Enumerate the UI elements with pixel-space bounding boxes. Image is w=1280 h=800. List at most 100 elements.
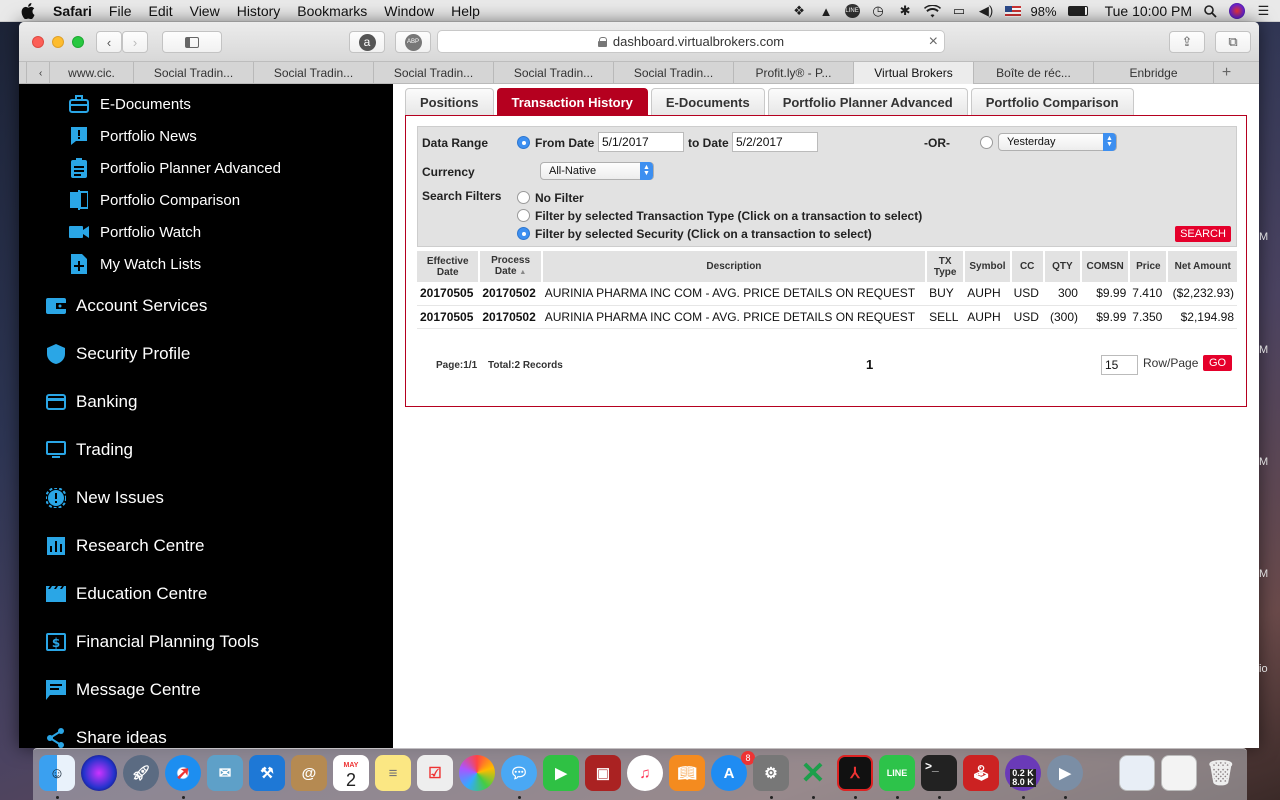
- time-machine-icon[interactable]: ◷: [870, 3, 887, 18]
- sidebar-item-portfolio-planner-advanced[interactable]: Portfolio Planner Advanced: [69, 158, 281, 178]
- ibooks-icon[interactable]: 📖︎: [669, 755, 705, 791]
- photos-icon[interactable]: [459, 755, 495, 791]
- drive-icon[interactable]: ▲: [818, 4, 835, 19]
- sidebar-item-portfolio-news[interactable]: Portfolio News: [69, 126, 197, 146]
- airplay-icon[interactable]: ▭: [951, 3, 968, 18]
- tab-transaction-history[interactable]: Transaction History: [496, 88, 648, 115]
- wifi-icon[interactable]: [923, 4, 941, 18]
- clock[interactable]: Tue 10:00 PM: [1105, 3, 1192, 19]
- apple-menu-icon[interactable]: [21, 2, 35, 19]
- col-effective-date[interactable]: Effective Date: [417, 251, 481, 282]
- address-bar[interactable]: dashboard.virtualbrokers.com ×: [437, 30, 945, 53]
- browser-tab[interactable]: Boîte de réc...: [974, 62, 1094, 84]
- safari-icon[interactable]: ➚: [165, 755, 201, 791]
- finder-icon[interactable]: ☺: [39, 755, 75, 791]
- line-app-icon[interactable]: LINE: [879, 755, 915, 791]
- period-radio[interactable]: [980, 136, 993, 149]
- tab-portfolio-comparison[interactable]: Portfolio Comparison: [970, 88, 1134, 115]
- tab-overview-button[interactable]: ⧉: [1215, 31, 1251, 53]
- transaction-type-radio[interactable]: [517, 209, 530, 222]
- browser-tab[interactable]: Social Tradin...: [494, 62, 614, 84]
- messages-icon[interactable]: 💬︎: [501, 755, 537, 791]
- browser-tab[interactable]: Profit.ly® - P...: [734, 62, 854, 84]
- adblock-extension-button[interactable]: ABP: [395, 31, 431, 53]
- acrobat-icon[interactable]: ⅄: [837, 755, 873, 791]
- sidebar-item-research-centre[interactable]: Research Centre: [46, 536, 205, 556]
- close-window-button[interactable]: [32, 36, 44, 48]
- rows-per-page-input[interactable]: [1101, 355, 1138, 375]
- period-select[interactable]: Yesterday ▲ ▼: [998, 133, 1117, 151]
- col-comsn[interactable]: COMSN: [1080, 251, 1131, 282]
- xlsx-file-icon[interactable]: [1119, 755, 1155, 791]
- notification-center-icon[interactable]: ☰: [1255, 3, 1272, 18]
- col-cc[interactable]: CC: [1010, 251, 1045, 282]
- search-button[interactable]: SEARCH: [1175, 226, 1231, 242]
- menu-edit[interactable]: Edit: [148, 3, 172, 19]
- page-number[interactable]: 1: [866, 357, 873, 372]
- go-button[interactable]: GO: [1203, 355, 1232, 371]
- itunes-icon[interactable]: ♫: [627, 755, 663, 791]
- menu-bookmarks[interactable]: Bookmarks: [297, 3, 367, 19]
- sidebar-item-portfolio-watch[interactable]: Portfolio Watch: [69, 222, 201, 242]
- menu-window[interactable]: Window: [384, 3, 434, 19]
- sidebar-toggle-button[interactable]: [162, 31, 222, 53]
- col-symbol[interactable]: Symbol: [964, 251, 1012, 282]
- battery-icon[interactable]: [1067, 4, 1089, 18]
- reminders-icon[interactable]: ☑: [417, 755, 453, 791]
- col-qty[interactable]: QTY: [1043, 251, 1082, 282]
- browser-tab[interactable]: www.cic.: [50, 62, 134, 84]
- spotlight-icon[interactable]: [1202, 4, 1219, 18]
- new-tab-button[interactable]: +: [1214, 62, 1239, 84]
- calendar-icon[interactable]: MAY 2: [333, 755, 369, 791]
- browser-tab-active[interactable]: Virtual Brokers: [854, 62, 974, 84]
- dropbox-icon[interactable]: ❖: [791, 3, 808, 18]
- browser-tab[interactable]: Social Tradin...: [614, 62, 734, 84]
- share-button[interactable]: ⇪: [1169, 31, 1205, 53]
- back-button[interactable]: ‹: [96, 31, 122, 53]
- browser-tab[interactable]: Social Tradin...: [374, 62, 494, 84]
- browser-tab[interactable]: Social Tradin...: [254, 62, 374, 84]
- date-range-radio[interactable]: [517, 136, 530, 149]
- sidebar-item-portfolio-comparison[interactable]: Portfolio Comparison: [69, 190, 240, 210]
- col-process-date[interactable]: Process Date ▲: [479, 251, 543, 282]
- zoom-window-button[interactable]: [72, 36, 84, 48]
- menu-view[interactable]: View: [190, 3, 220, 19]
- sidebar-item-share-ideas[interactable]: Share ideas: [46, 728, 167, 748]
- from-date-input[interactable]: [598, 132, 684, 152]
- tab-e-documents[interactable]: E-Documents: [650, 88, 765, 115]
- tab-positions[interactable]: Positions: [405, 88, 494, 115]
- sidebar-item-trading[interactable]: Trading: [46, 440, 133, 460]
- amazon-extension-button[interactable]: a: [349, 31, 385, 53]
- menu-file[interactable]: File: [109, 3, 132, 19]
- forward-button[interactable]: ›: [122, 31, 148, 53]
- sidebar-item-security-profile[interactable]: Security Profile: [46, 344, 190, 364]
- menu-history[interactable]: History: [237, 3, 281, 19]
- sidebar-item-financial-planning-tools[interactable]: $ Financial Planning Tools: [46, 632, 259, 652]
- browser-tab[interactable]: Enbridge: [1094, 62, 1214, 84]
- app-menu[interactable]: Safari: [53, 3, 92, 19]
- sidebar-item-education-centre[interactable]: Education Centre: [46, 584, 207, 604]
- quicktime-icon[interactable]: ▶: [1047, 755, 1083, 791]
- excel-icon[interactable]: ✕: [795, 755, 831, 791]
- srt-file-icon[interactable]: [1161, 755, 1197, 791]
- sidebar-item-account-services[interactable]: Account Services: [46, 296, 207, 316]
- photo-booth-icon[interactable]: ▣: [585, 755, 621, 791]
- to-date-input[interactable]: [732, 132, 818, 152]
- siri-dock-icon[interactable]: [81, 755, 117, 791]
- notes-icon[interactable]: ≡: [375, 755, 411, 791]
- currency-select[interactable]: All-Native ▲ ▼: [540, 162, 654, 180]
- minimize-window-button[interactable]: [52, 36, 64, 48]
- menu-help[interactable]: Help: [451, 3, 480, 19]
- browser-tab[interactable]: [19, 62, 27, 84]
- mail-stamp-icon[interactable]: ✉: [207, 755, 243, 791]
- no-filter-radio[interactable]: [517, 191, 530, 204]
- us-flag-icon[interactable]: [1004, 5, 1021, 17]
- browser-tab[interactable]: Social Tradin...: [134, 62, 254, 84]
- contacts-icon[interactable]: @: [291, 755, 327, 791]
- sidebar-item-my-watch-lists[interactable]: My Watch Lists: [69, 254, 201, 274]
- network-monitor-icon[interactable]: 0.2 K 8.0 K: [1005, 755, 1041, 791]
- launchpad-icon[interactable]: 🚀︎: [123, 755, 159, 791]
- trash-icon[interactable]: 🗑︎: [1203, 755, 1239, 791]
- table-row[interactable]: 20170505 20170502 AURINIA PHARMA INC COM…: [417, 282, 1237, 306]
- security-filter-radio[interactable]: [517, 227, 530, 240]
